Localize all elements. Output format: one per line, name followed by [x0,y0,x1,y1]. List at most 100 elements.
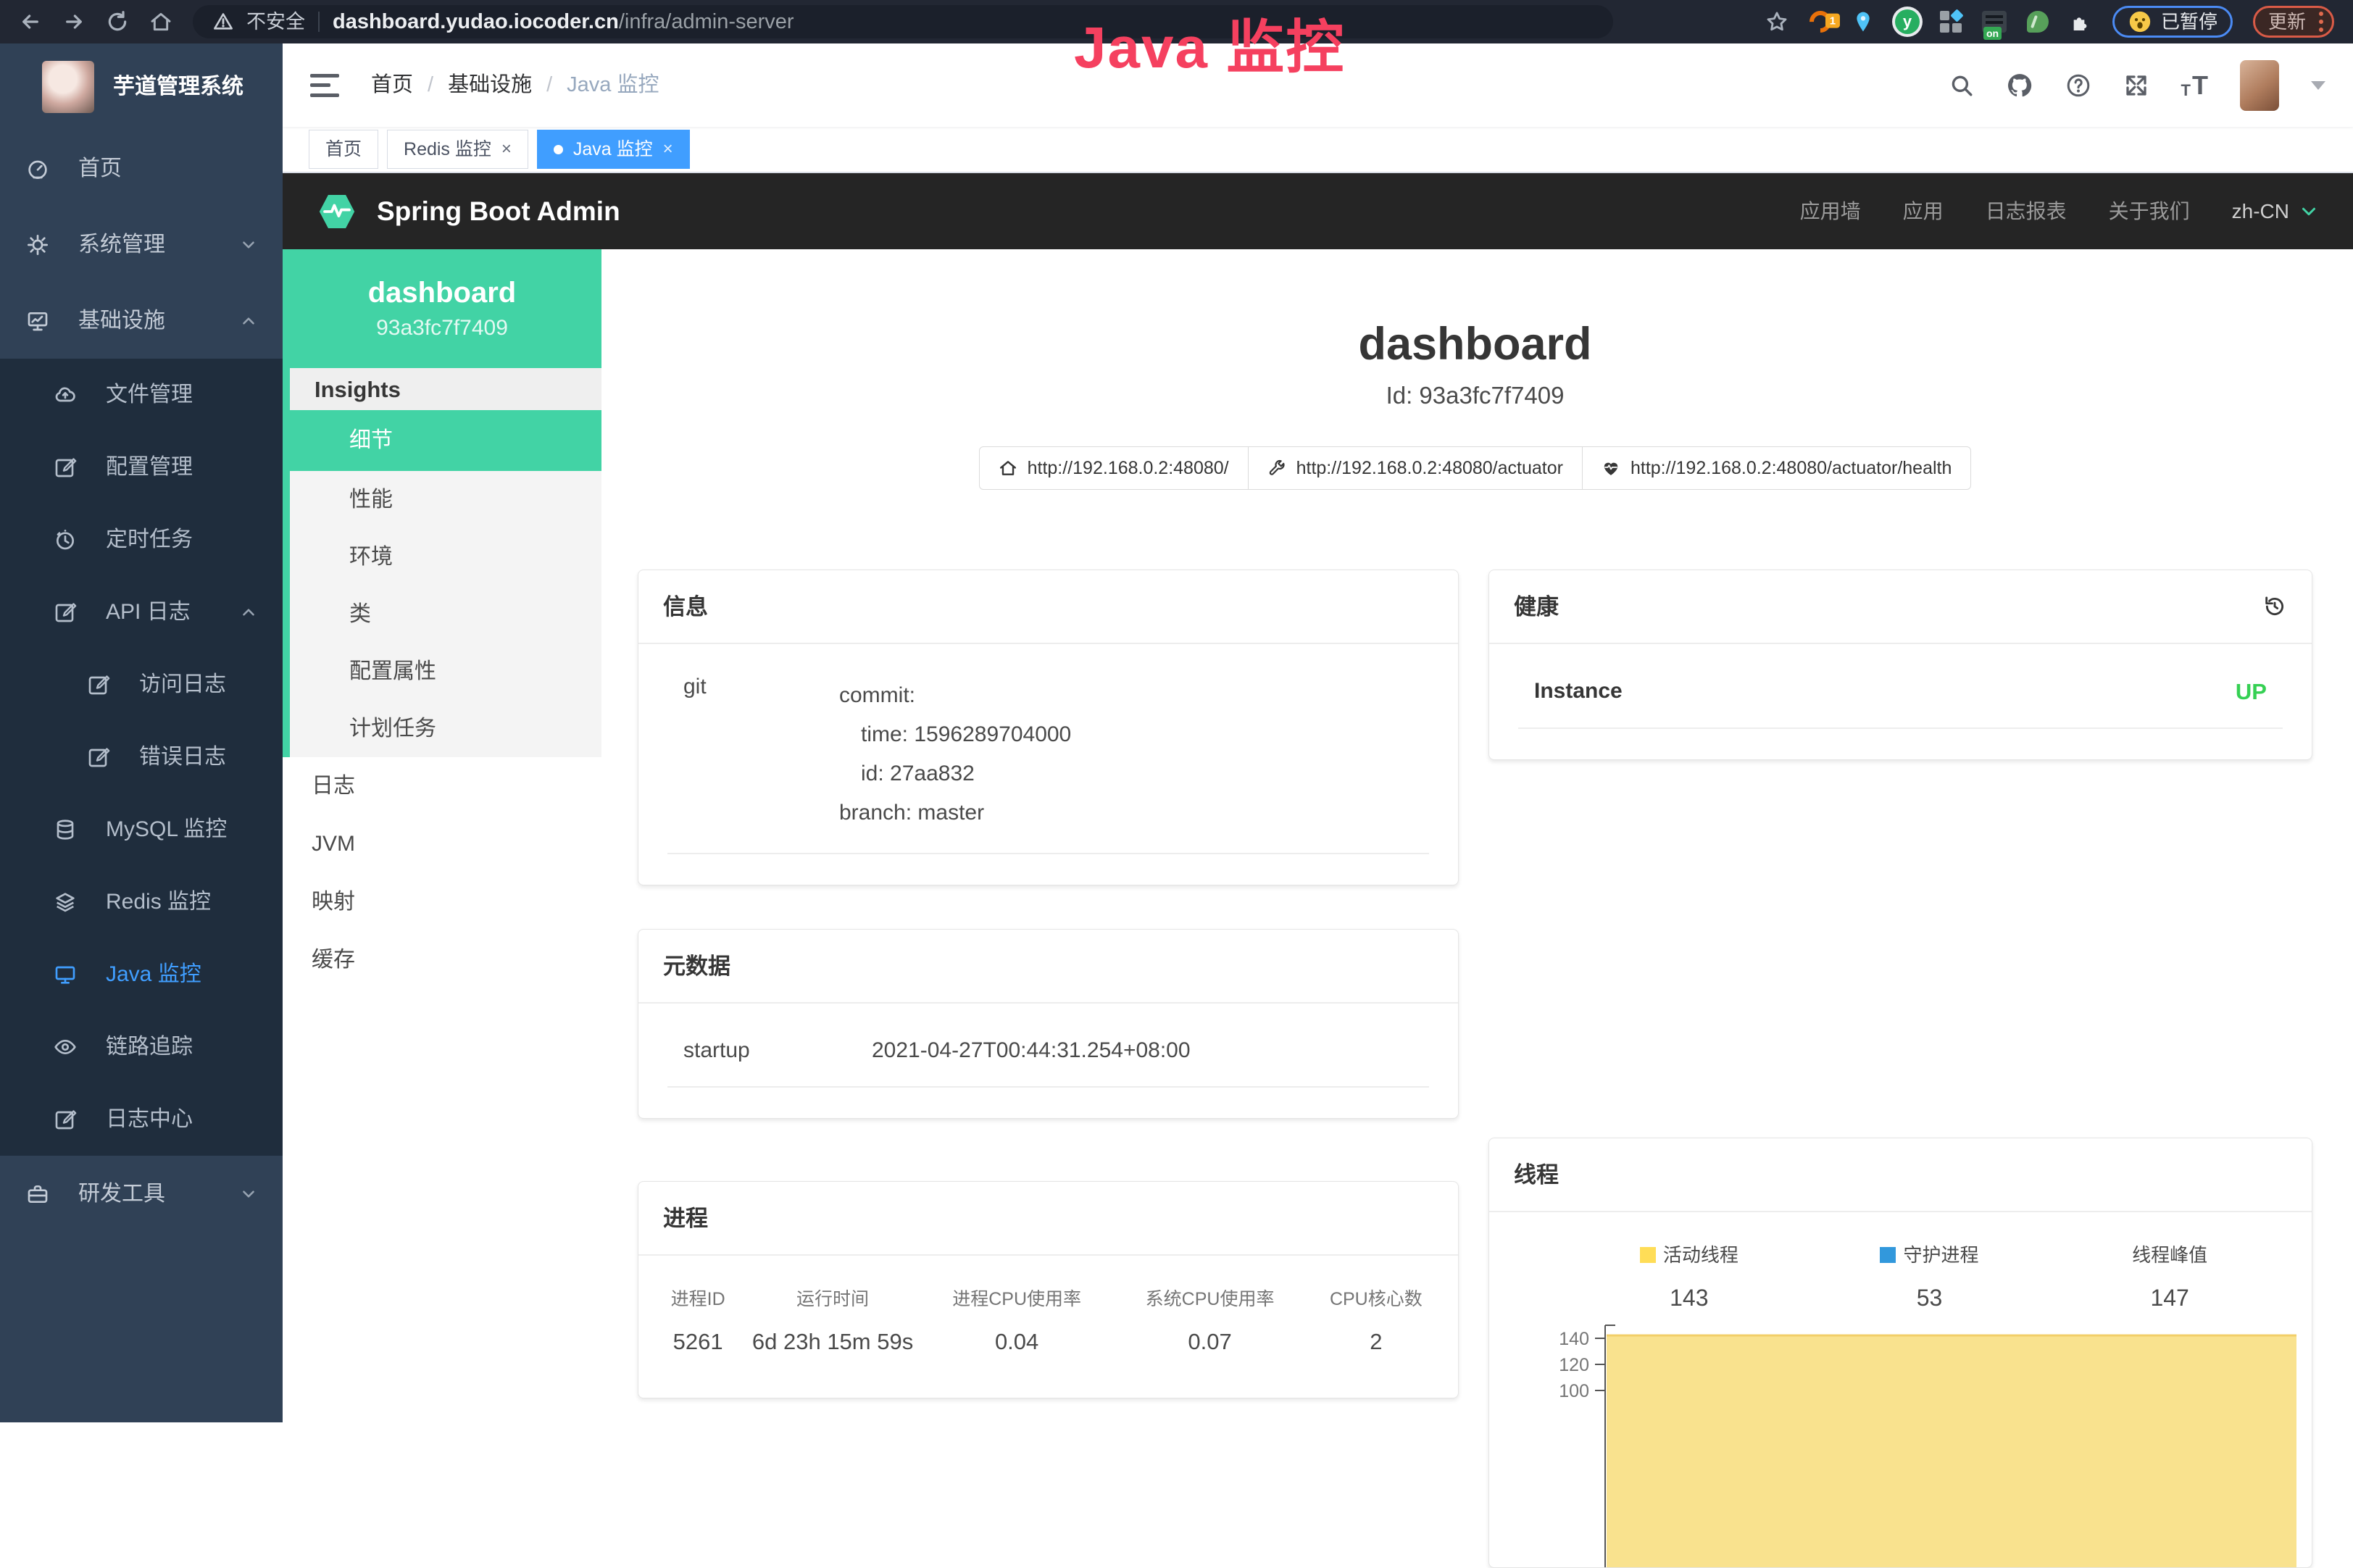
sidebar-item-tracing[interactable]: 链路追踪 [0,1011,283,1083]
log-edit-icon [87,673,110,696]
yellow-swatch-icon [1640,1247,1656,1263]
sba-item-classes[interactable]: 类 [290,585,601,643]
sba-item-scheduled-tasks[interactable]: 计划任务 [290,700,601,757]
extension-y-icon[interactable]: y [1895,9,1920,34]
github-icon[interactable] [2006,72,2033,99]
git-branch-line: branch: master [839,793,1413,833]
address-bar[interactable]: 不安全 dashboard.yudao.iocoder.cn/infra/adm… [193,5,1613,38]
actuator-url-button[interactable]: http://192.168.0.2:48080/actuator [1248,446,1583,490]
sba-nav-journal[interactable]: 日志报表 [1986,201,2067,222]
browser-home-button[interactable] [149,10,172,33]
blue-swatch-icon [1880,1247,1896,1263]
breadcrumb: 首页 / 基础设施 / Java 监控 [371,75,659,96]
update-button[interactable]: 更新 [2253,6,2334,38]
browser-back-button[interactable] [19,10,42,33]
tab-java-monitor[interactable]: Java 监控 × [537,130,690,169]
sba-item-environment[interactable]: 环境 [290,528,601,585]
extension-colorzilla-icon[interactable]: 1 [1805,7,1836,37]
fullscreen-icon[interactable] [2123,72,2149,99]
breadcrumb-home[interactable]: 首页 [371,75,413,96]
extension-on-icon[interactable]: on [1982,11,2007,33]
startup-row: startup 2021-04-27T00:44:31.254+08:00 [667,1004,1429,1088]
extension-grid-icon[interactable] [1940,11,1962,33]
sidebar-item-scheduled-tasks[interactable]: 定时任务 [0,504,283,576]
threads-area-chart: 140 120 100 [1489,1321,2312,1567]
sba-item-caches[interactable]: 缓存 [283,931,601,989]
instance-id: 93a3fc7f7409 [376,317,508,339]
sidebar-item-file-management[interactable]: 文件管理 [0,359,283,431]
sba-item-logs[interactable]: 日志 [283,757,601,815]
sba-item-details[interactable]: 细节 [290,410,601,471]
status-up-badge: UP [2236,680,2267,703]
text-size-icon[interactable]: TT [2181,72,2208,99]
cloud-upload-icon [54,383,77,406]
browser-forward-button[interactable] [62,10,86,33]
health-url-button[interactable]: http://192.168.0.2:48080/actuator/health [1582,446,1971,490]
process-pid-value: 5261 [649,1330,747,1353]
sidebar-toggle-icon[interactable] [310,74,339,97]
sidebar-item-java-monitor[interactable]: Java 监控 [0,938,283,1011]
browser-menu-icon[interactable] [2319,12,2323,32]
sidebar-item-config-management[interactable]: 配置管理 [0,431,283,504]
sba-nav-applications[interactable]: 应用 [1903,201,1944,222]
process-card: 进程 进程ID 运行时间 进程CPU使用率 系统CPU使用率 CPU核心数 52… [638,1181,1459,1398]
help-icon[interactable] [2065,72,2091,99]
legend-daemon-threads: 守护进程 [1809,1246,2050,1264]
extension-puzzle-icon[interactable] [2069,10,2092,33]
dashboard-icon [26,157,49,180]
sidebar-item-redis-monitor[interactable]: Redis 监控 [0,866,283,938]
ytick-120: 120 [1559,1355,1589,1375]
close-icon[interactable]: × [501,141,512,158]
process-col-header: 运行时间 [747,1290,917,1309]
sba-language-select[interactable]: zh-CN [2232,201,2320,222]
browser-reload-button[interactable] [106,10,129,33]
extension-leaf-icon[interactable] [2027,11,2049,33]
sidebar-item-dev-tools[interactable]: 研发工具 [0,1156,283,1232]
app-logo [42,61,94,113]
log-edit-icon [54,1108,77,1131]
tab-home[interactable]: 首页 [309,130,378,169]
tab-redis-monitor[interactable]: Redis 监控 × [387,130,528,169]
sba-logo-icon [316,191,358,233]
sba-item-mappings[interactable]: 映射 [283,873,601,931]
legend-live-threads: 活动线程 [1569,1246,1809,1264]
history-restore-icon[interactable] [2262,594,2287,619]
sidebar-item-access-logs[interactable]: 访问日志 [0,649,283,721]
sidebar-item-error-logs[interactable]: 错误日志 [0,721,283,793]
sba-item-jvm[interactable]: JVM [283,815,601,873]
edit-icon [54,456,77,479]
cpu-cores-value: 2 [1304,1330,1448,1353]
sidebar-item-home[interactable]: 首页 [0,130,283,207]
chevron-down-icon [2298,201,2320,222]
sidebar-item-mysql-monitor[interactable]: MySQL 监控 [0,793,283,866]
instance-header[interactable]: dashboard 93a3fc7f7409 [283,249,601,368]
sidebar-item-api-logs[interactable]: API 日志 [0,576,283,649]
bookmark-star-icon[interactable] [1765,9,1789,34]
search-icon[interactable] [1949,73,1974,98]
cards-area: 信息 git commit: time: 1596289704000 id: 2… [638,570,2312,1568]
health-card-header: 健康 [1489,570,2312,644]
sidebar-item-infrastructure[interactable]: 基础设施 [0,283,283,359]
sba-item-metrics[interactable]: 性能 [290,471,601,528]
process-col-header: CPU核心数 [1304,1290,1448,1309]
active-tab-dot [554,145,563,154]
gear-icon [26,233,49,257]
sba-item-config-props[interactable]: 配置属性 [290,643,601,700]
surprised-face-icon [2128,9,2152,34]
sidebar-item-log-center[interactable]: 日志中心 [0,1083,283,1156]
insecure-warning-icon [213,12,233,32]
header-actions: TT [1949,60,2325,111]
paused-badge[interactable]: 已暂停 [2112,6,2233,38]
peak-threads-value: 147 [2049,1286,2290,1309]
metadata-card: 元数据 startup 2021-04-27T00:44:31.254+08:0… [638,929,1459,1119]
service-url-button[interactable]: http://192.168.0.2:48080/ [979,446,1249,490]
avatar[interactable] [2240,60,2279,111]
main-area: 首页 / 基础设施 / Java 监控 TT 首页 Redis 监控 × Jav… [283,43,2353,1422]
extension-pin-icon[interactable] [1852,10,1875,33]
sba-nav-wallboard[interactable]: 应用墙 [1800,201,1861,222]
user-menu-caret-icon[interactable] [2311,81,2325,90]
sba-nav-about[interactable]: 关于我们 [2109,201,2190,222]
sidebar-item-system[interactable]: 系统管理 [0,207,283,283]
close-icon[interactable]: × [663,141,673,158]
breadcrumb-infrastructure[interactable]: 基础设施 [448,75,532,96]
